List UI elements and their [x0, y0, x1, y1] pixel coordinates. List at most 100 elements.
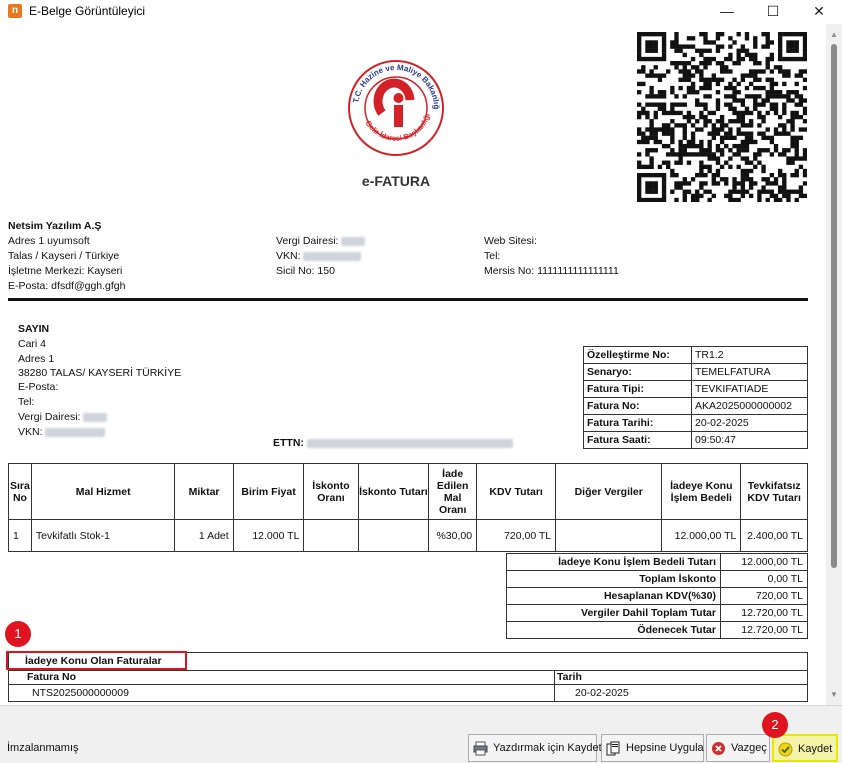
table-row: 1 Tevkifatlı Stok-1 1 Adet 12.000 TL %30,00 7… — [8, 519, 808, 552]
info-key: Özelleştirme No: — [583, 346, 692, 364]
totals-table: İadeye Konu İşlem Bedeli Tutarı 12.000,00… — [506, 553, 808, 639]
seller-name: Netsim Yazılım A.Ş — [8, 220, 102, 232]
scroll-up-icon[interactable]: ▲ — [830, 30, 838, 39]
info-value: 20-02-2025 — [691, 414, 808, 432]
seller-address1: Adres 1 uyumsoft — [8, 235, 90, 247]
table-cell: 1 — [8, 519, 32, 552]
vertical-scrollbar[interactable]: ▲ ▼ — [826, 24, 842, 705]
annotation-badge-1: 1 — [5, 621, 31, 647]
scroll-down-icon[interactable]: ▼ — [830, 690, 838, 699]
buyer-address2: 38280 TALAS/ KAYSERİ TÜRKİYE — [18, 367, 182, 379]
qr-code — [637, 32, 807, 202]
info-key: Fatura Tarihi: — [583, 414, 692, 432]
seller-sicil: Sicil No: 150 — [276, 265, 335, 277]
buyer-tel: Tel: — [18, 396, 35, 408]
seller-mersis: Mersis No: 1111111111111111 — [484, 265, 619, 277]
save-button[interactable]: Kaydet — [772, 734, 838, 762]
seller-web: Web Sitesi: — [484, 235, 537, 247]
highlight-related-title — [6, 651, 187, 670]
totals-key: İadeye Konu İşlem Bedeli Tutarı — [506, 553, 721, 571]
info-value: TEVKIFATIADE — [691, 380, 808, 398]
table-cell: 12.000,00 TL — [661, 519, 742, 552]
column-header: İade Edilen Mal Oranı — [428, 463, 478, 520]
gib-logo: T.C. Hazine ve Maliye Bakanlığı Gelir İd… — [346, 58, 444, 156]
table-cell: %30,00 — [428, 519, 478, 552]
info-value: AKA2025000000002 — [691, 397, 808, 415]
totals-row: Ödenecek Tutar 12.720,00 TL — [506, 621, 808, 639]
column-header: Tevkifatsız KDV Tutarı — [740, 463, 808, 520]
bottom-toolbar: İmzalanmamış Yazdırmak için Kaydet Hepsi… — [0, 705, 842, 763]
check-icon — [778, 742, 793, 757]
col-date: Tarih — [557, 671, 582, 683]
buyer-email: E-Posta: — [18, 381, 59, 393]
table-cell — [555, 519, 663, 552]
seller-email: E-Posta: dfsdf@ggh.gfgh — [8, 280, 126, 292]
buyer-address1: Adres 1 — [18, 353, 55, 365]
table-cell — [357, 519, 430, 552]
info-key: Fatura Saati: — [583, 431, 692, 449]
seller-address2: Talas / Kayseri / Türkiye — [8, 250, 120, 262]
close-button[interactable]: ✕ — [796, 0, 842, 24]
column-header: Diğer Vergiler — [555, 463, 663, 520]
totals-value: 720,00 TL — [720, 587, 808, 605]
info-value: 09:50:47 — [691, 431, 808, 449]
seller-tax-office: Vergi Dairesi: — [276, 234, 366, 249]
buyer-sayin: SAYIN — [18, 323, 50, 335]
totals-key: Hesaplanan KDV(%30) — [506, 587, 721, 605]
buyer-name: Cari 4 — [18, 338, 47, 350]
totals-row: Hesaplanan KDV(%30) 720,00 TL — [506, 587, 808, 605]
column-header: Mal Hizmet — [30, 463, 176, 520]
save-for-print-button[interactable]: Yazdırmak için Kaydet — [468, 734, 602, 762]
divider — [8, 298, 808, 301]
annotation-badge-2: 2 — [762, 712, 788, 738]
cancel-button[interactable]: Vazgeç — [706, 734, 770, 762]
printer-icon — [473, 741, 488, 756]
col-invoice-no: Fatura No — [27, 671, 77, 683]
seller-vkn: VKN: — [276, 249, 362, 264]
scroll-thumb[interactable] — [831, 44, 837, 568]
info-key: Senaryo: — [583, 363, 692, 381]
totals-key: Ödenecek Tutar — [506, 621, 721, 639]
ettn-label: ETTN: — [273, 436, 513, 451]
app-icon: n — [8, 4, 22, 18]
totals-key: Toplam İskonto — [506, 570, 721, 588]
info-key: Fatura Tipi: — [583, 380, 692, 398]
totals-value: 12.000,00 TL — [720, 553, 808, 571]
table-cell — [303, 519, 359, 552]
info-value: TEMELFATURA — [691, 363, 808, 381]
documents-icon — [606, 741, 621, 756]
column-header: Birim Fiyat — [232, 463, 305, 520]
column-header: Miktar — [174, 463, 234, 520]
column-header: Sıra No — [8, 463, 32, 520]
window-title: E-Belge Görüntüleyici — [29, 4, 146, 18]
info-row: Fatura Tipi: TEVKIFATIADE — [583, 380, 808, 398]
column-header: İskonto Oranı — [303, 463, 359, 520]
items-table: Sıra No Mal Hizmet Miktar Birim Fiyat İskont… — [8, 463, 808, 552]
totals-value: 0,00 TL — [720, 570, 808, 588]
table-cell: 1 Adet — [174, 519, 234, 552]
table-cell: 2.400,00 TL — [740, 519, 808, 552]
maximize-button[interactable]: ☐ — [750, 0, 796, 24]
info-row: Fatura No: AKA2025000000002 — [583, 397, 808, 415]
table-cell: Tevkifatlı Stok-1 — [30, 519, 176, 552]
totals-value: 12.720,00 TL — [720, 621, 808, 639]
totals-key: Vergiler Dahil Toplam Tutar — [506, 604, 721, 622]
related-invoice-no: NTS2025000000009 — [32, 687, 129, 699]
document-type: e-FATURA — [361, 173, 431, 189]
column-header: KDV Tutarı — [476, 463, 557, 520]
apply-all-button[interactable]: Hepsine Uygula — [601, 734, 704, 762]
column-header: İskonto Tutarı — [357, 463, 430, 520]
document-view[interactable]: T.C. Hazine ve Maliye Bakanlığı Gelir İd… — [0, 24, 826, 705]
seller-office: İşletme Merkezi: Kayseri — [8, 265, 123, 277]
related-invoice-date: 20-02-2025 — [575, 687, 629, 699]
table-cell: 720,00 TL — [476, 519, 557, 552]
minimize-button[interactable]: — — [704, 0, 750, 24]
info-value: TR1.2 — [691, 346, 808, 364]
signature-status: İmzalanmamış — [7, 742, 79, 754]
info-row: Özelleştirme No: TR1.2 — [583, 346, 808, 364]
totals-value: 12.720,00 TL — [720, 604, 808, 622]
cancel-icon — [711, 741, 726, 756]
table-cell: 12.000 TL — [232, 519, 305, 552]
buyer-vkn: VKN: — [18, 425, 106, 440]
info-key: Fatura No: — [583, 397, 692, 415]
